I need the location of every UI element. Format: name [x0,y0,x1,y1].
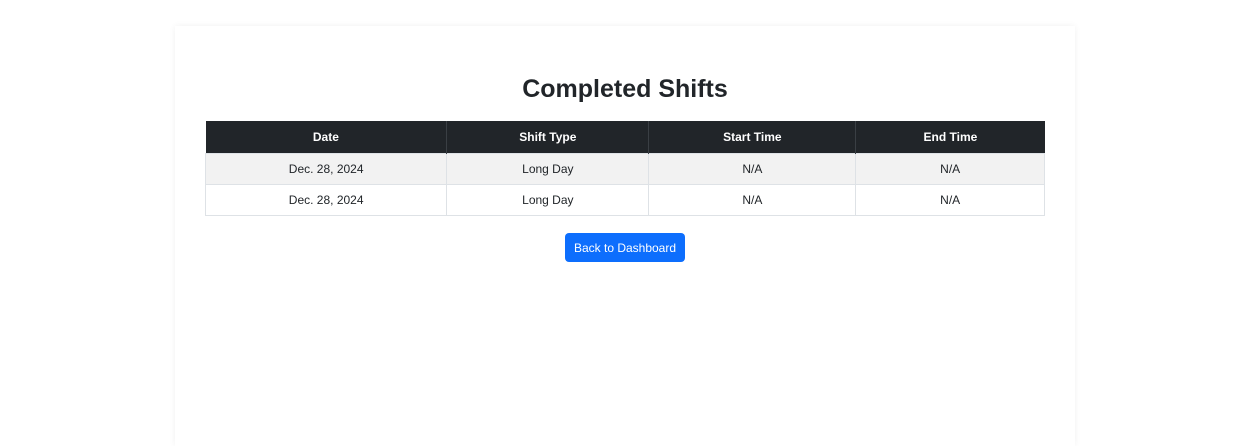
table-row: Dec. 28, 2024 Long Day N/A N/A [204,153,1045,185]
cell-shift-type: Long Day [446,153,650,185]
column-header-shift-type: Shift Type [446,121,650,154]
back-to-dashboard-button[interactable]: Back to Dashboard [565,233,685,262]
table-header-row: Date Shift Type Start Time End Time [205,121,1045,154]
content-card: Completed Shifts Date Shift Type Start T… [175,26,1075,446]
cell-end-time: N/A [855,184,1045,216]
cell-end-time: N/A [855,153,1045,185]
cell-date: Dec. 28, 2024 [204,184,448,216]
cell-start-time: N/A [648,153,857,185]
column-header-date: Date [205,121,448,154]
cell-date: Dec. 28, 2024 [204,153,448,185]
column-header-start-time: Start Time [648,121,857,154]
cell-shift-type: Long Day [446,184,650,216]
completed-shifts-table: Date Shift Type Start Time End Time Dec.… [204,121,1045,216]
page-title: Completed Shifts [522,75,728,103]
table-row: Dec. 28, 2024 Long Day N/A N/A [204,184,1045,216]
column-header-end-time: End Time [855,121,1045,154]
cell-start-time: N/A [648,184,857,216]
